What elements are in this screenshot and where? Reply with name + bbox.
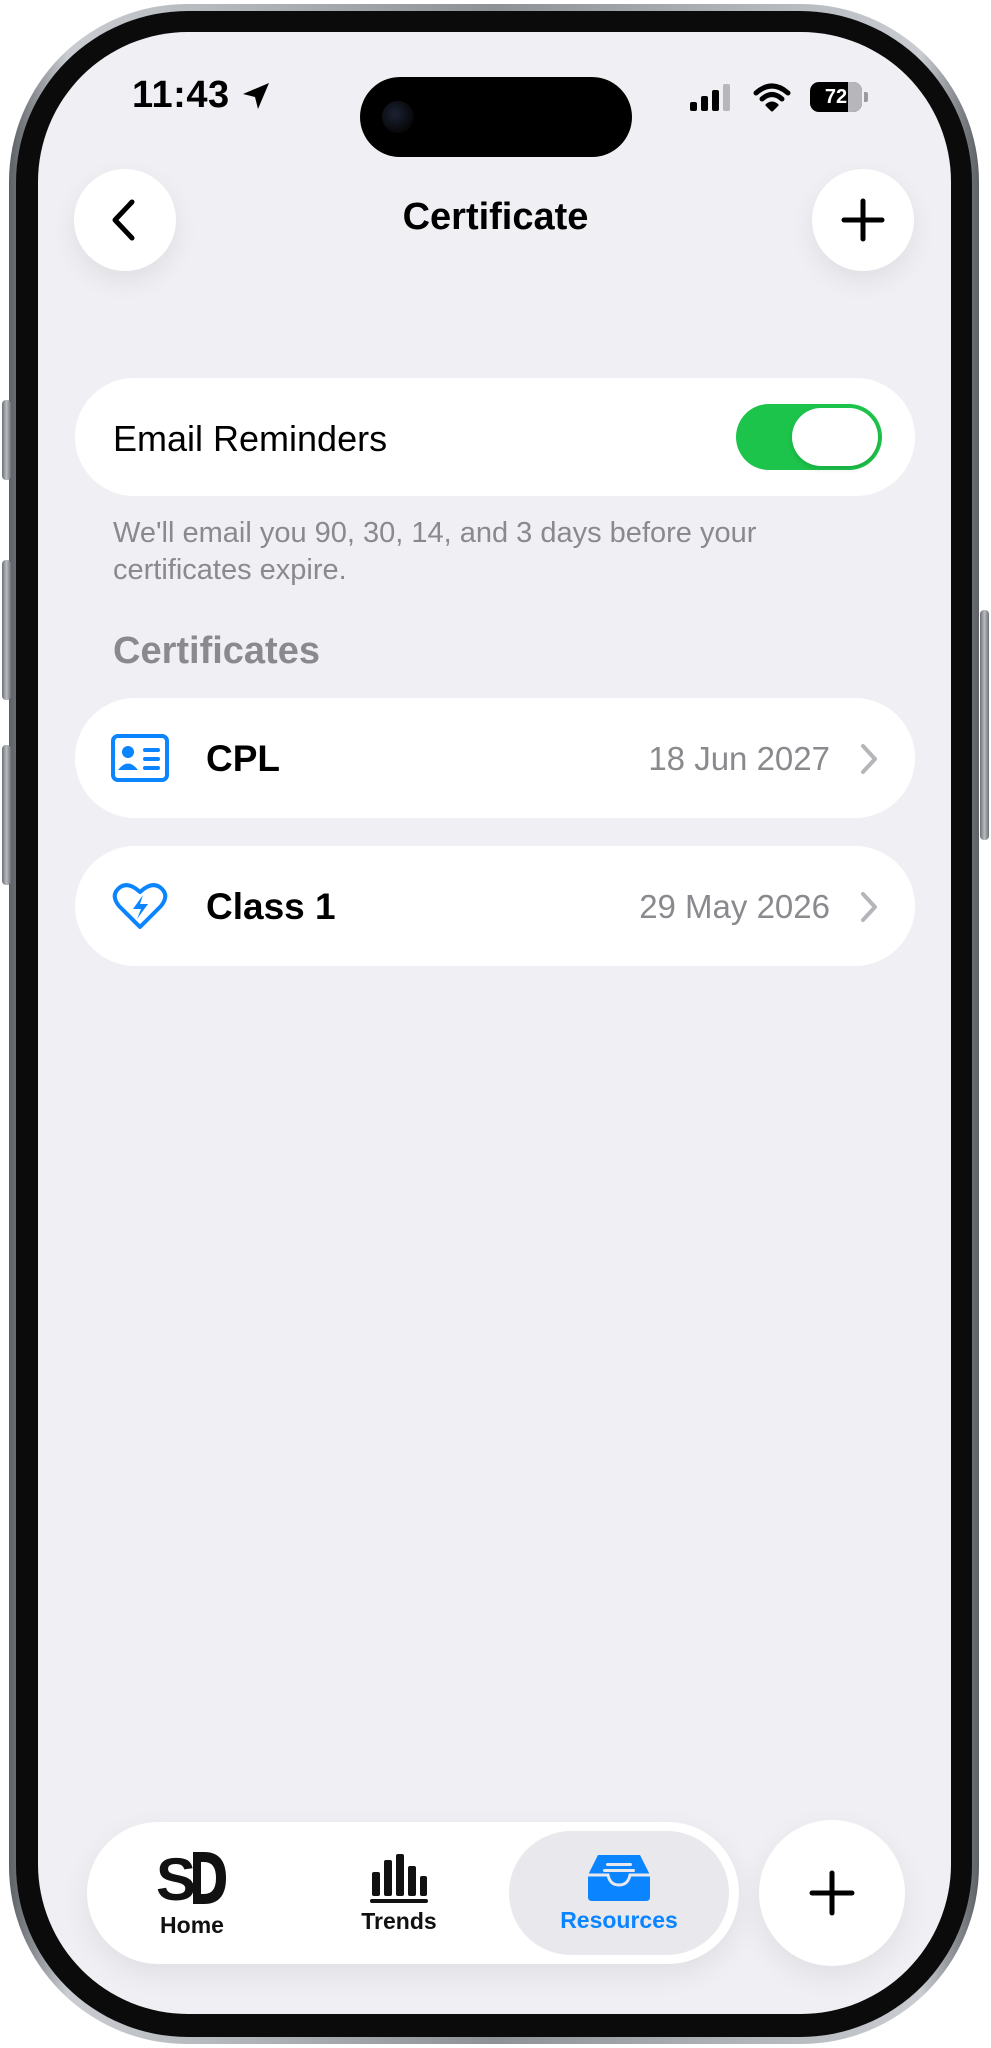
plus-icon	[841, 198, 885, 242]
location-arrow-icon	[242, 82, 269, 109]
power-button	[980, 610, 989, 840]
cellular-signal-icon	[690, 84, 730, 111]
chevron-right-icon	[861, 744, 877, 774]
status-time: 11:43	[132, 74, 272, 117]
email-reminders-note: We'll email you 90, 30, 14, and 3 days b…	[113, 517, 757, 586]
back-button[interactable]	[74, 169, 176, 271]
clock-text: 11:43	[132, 74, 230, 116]
heart-bolt-icon	[112, 883, 168, 929]
email-reminders-label: Email Reminders	[113, 418, 388, 459]
chevron-right-icon	[861, 892, 877, 922]
plus-icon	[809, 1870, 855, 1916]
email-reminders-toggle[interactable]	[736, 404, 882, 470]
tab-trends[interactable]: Trends	[349, 1822, 449, 1964]
dynamic-island	[360, 77, 632, 157]
certificates-heading: Certificates	[113, 630, 320, 672]
tab-resources[interactable]: Resources	[544, 1822, 694, 1964]
battery-indicator: 72	[810, 82, 868, 112]
battery-icon: 72	[810, 82, 862, 112]
certificate-expiry-date: 29 May 2026	[639, 888, 830, 925]
tab-home[interactable]: S Home	[142, 1822, 242, 1964]
battery-level: 72	[824, 85, 848, 108]
tab-label: Trends	[361, 1907, 437, 1934]
status-icons: 72	[688, 82, 868, 112]
id-card-icon	[111, 734, 169, 782]
add-certificate-button[interactable]	[812, 169, 914, 271]
svg-text:S: S	[156, 1848, 196, 1908]
camera-icon	[382, 101, 414, 133]
tab-bar: S Home Trends Resources	[87, 1822, 739, 1964]
quick-add-button[interactable]	[759, 1820, 905, 1966]
tab-label: Resources	[560, 1906, 678, 1933]
page-title: Certificate	[402, 196, 589, 238]
tab-label: Home	[160, 1911, 224, 1938]
certificate-name: Class 1	[206, 886, 336, 927]
toggle-knob	[792, 408, 878, 466]
action-button	[2, 400, 11, 480]
sd-logo-icon: S	[156, 1848, 226, 1908]
volume-down-button	[2, 745, 11, 885]
wifi-icon	[753, 83, 791, 112]
certificate-name: CPL	[206, 738, 280, 779]
volume-up-button	[2, 560, 11, 700]
app-screen	[38, 32, 951, 2014]
tray-icon	[588, 1854, 650, 1901]
bar-chart-icon	[370, 1853, 428, 1903]
certificate-expiry-date: 18 Jun 2027	[648, 740, 830, 777]
chevron-left-icon	[112, 199, 135, 241]
